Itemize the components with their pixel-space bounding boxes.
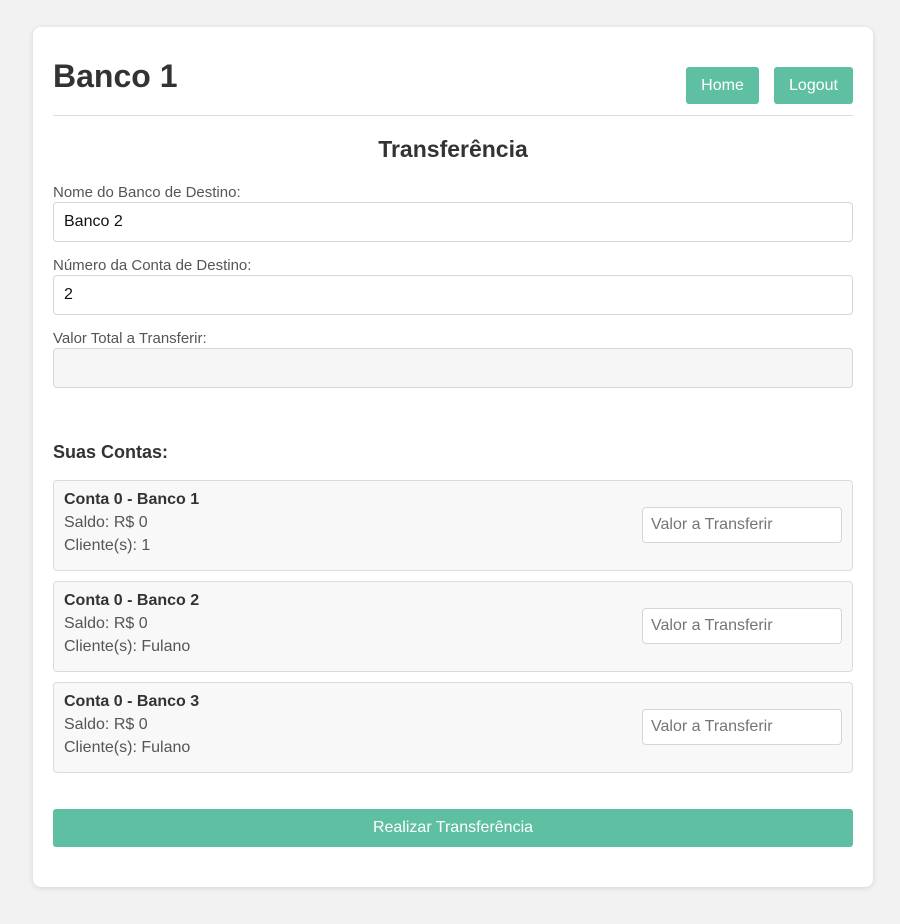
transfer-amount-input[interactable]	[642, 608, 842, 644]
transfer-amount-input[interactable]	[642, 507, 842, 543]
account-clients: Cliente(s): Fulano	[64, 638, 191, 655]
submit-transfer-button[interactable]: Realizar Transferência	[53, 809, 853, 847]
dest-account-input[interactable]	[53, 275, 853, 315]
logout-button[interactable]: Logout	[774, 67, 853, 104]
account-name: Conta 0 - Banco 3	[64, 693, 200, 710]
account-name: Conta 0 - Banco 1	[64, 491, 200, 508]
total-label: Valor Total a Transferir:	[53, 330, 207, 347]
brand-title: Banco 1	[53, 58, 178, 94]
accounts-title: Suas Contas:	[53, 442, 169, 462]
account-clients: Cliente(s): 1	[64, 537, 151, 554]
header: Banco 1 Home Logout	[53, 27, 853, 116]
account-name: Conta 0 - Banco 2	[64, 592, 200, 609]
dest-bank-input[interactable]	[53, 202, 853, 242]
main-card: Banco 1 Home Logout Transferência Nome d…	[33, 27, 873, 887]
total-input[interactable]	[53, 348, 853, 388]
account-saldo: Saldo: R$ 0	[64, 716, 148, 733]
transfer-amount-input[interactable]	[642, 709, 842, 745]
account-clients: Cliente(s): Fulano	[64, 739, 191, 756]
account-saldo: Saldo: R$ 0	[64, 514, 148, 531]
account-card: Conta 0 - Banco 1 Saldo: R$ 0 Cliente(s)…	[53, 480, 853, 571]
account-card: Conta 0 - Banco 3 Saldo: R$ 0 Cliente(s)…	[53, 682, 853, 773]
dest-bank-label: Nome do Banco de Destino:	[53, 184, 241, 201]
page-title: Transferência	[378, 136, 528, 162]
dest-account-label: Número da Conta de Destino:	[53, 257, 252, 274]
home-button[interactable]: Home	[686, 67, 759, 104]
account-card: Conta 0 - Banco 2 Saldo: R$ 0 Cliente(s)…	[53, 581, 853, 672]
account-saldo: Saldo: R$ 0	[64, 615, 148, 632]
